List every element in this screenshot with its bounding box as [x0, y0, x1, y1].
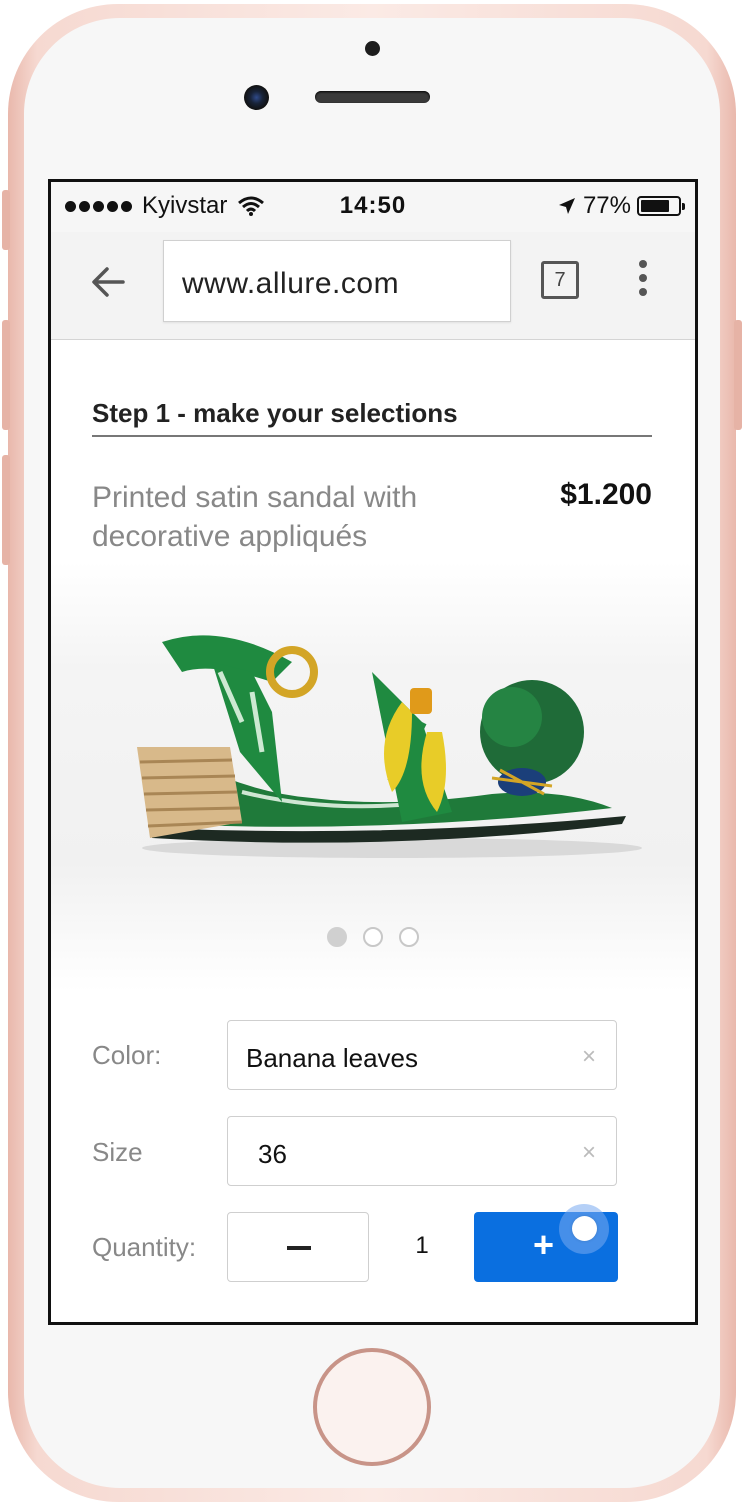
- pagination-dot[interactable]: [399, 927, 419, 947]
- battery-fill: [641, 200, 669, 212]
- phone-screen: Kyivstar 14:50 77% www.allure.com 7 Step…: [48, 179, 698, 1325]
- color-select[interactable]: Banana leaves ×: [227, 1020, 617, 1090]
- size-label: Size: [92, 1137, 143, 1167]
- touch-indicator: [559, 1204, 609, 1254]
- plus-icon: +: [533, 1224, 555, 1265]
- sandal-image: [137, 635, 642, 858]
- color-value: Banana leaves: [246, 1043, 419, 1073]
- clear-color-icon[interactable]: ×: [582, 1043, 596, 1071]
- tab-switcher-button[interactable]: 7: [541, 261, 579, 299]
- proximity-sensor: [365, 41, 380, 56]
- quantity-decrement-button[interactable]: [227, 1212, 369, 1282]
- quantity-value: 1: [415, 1232, 429, 1259]
- pagination-dot[interactable]: [327, 927, 347, 947]
- status-right: 77%: [557, 192, 685, 220]
- address-bar[interactable]: www.allure.com: [163, 240, 511, 322]
- battery-percent: 77%: [582, 192, 631, 219]
- back-arrow-icon[interactable]: [89, 262, 129, 302]
- mute-switch: [2, 190, 10, 250]
- home-button[interactable]: [313, 1348, 431, 1466]
- volume-up-button: [2, 320, 10, 430]
- status-bar: Kyivstar 14:50 77%: [51, 182, 695, 232]
- product-price: $1.200: [560, 478, 652, 511]
- size-value: 36: [258, 1139, 287, 1169]
- product-name: Printed satin sandal with decorative app…: [92, 481, 418, 553]
- battery-icon: [637, 196, 685, 216]
- quantity-label: Quantity:: [92, 1232, 197, 1262]
- browser-toolbar: www.allure.com 7: [51, 232, 695, 340]
- overflow-menu-icon[interactable]: [631, 260, 655, 304]
- size-select[interactable]: 36 ×: [227, 1116, 617, 1186]
- volume-down-button: [2, 455, 10, 565]
- front-camera: [244, 85, 269, 110]
- divider: [92, 435, 652, 437]
- power-button: [734, 320, 742, 430]
- location-arrow-icon: [558, 198, 575, 214]
- clear-size-icon[interactable]: ×: [582, 1139, 596, 1167]
- gallery-pagination: [51, 927, 695, 947]
- step-title: Step 1 - make your selections: [92, 398, 458, 428]
- display: Kyivstar 14:50 77% www.allure.com 7 Step…: [51, 182, 695, 1322]
- color-label: Color:: [92, 1040, 162, 1070]
- pagination-dot[interactable]: [363, 927, 383, 947]
- earpiece-speaker: [315, 91, 430, 103]
